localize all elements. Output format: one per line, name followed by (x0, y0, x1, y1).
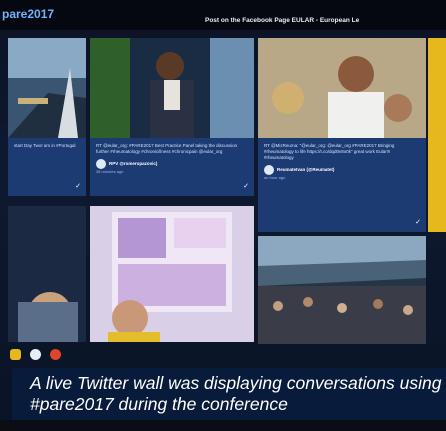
wall-top-bar: pare2017 Post on the Facebook Page EULAR… (0, 0, 446, 30)
tweet-author: Reumatetvan (@Reumatet) (264, 165, 420, 175)
tile-photo (8, 206, 86, 342)
poster-photo (90, 206, 254, 342)
tweet-time: an hour ago (264, 175, 286, 180)
tweet-time: 38 minutes ago (96, 169, 124, 174)
bottom-strip (0, 420, 446, 431)
wall-hashtag: pare2017 (2, 7, 55, 21)
tweet-meta: RT @eular_org: #PARE2017 Best Practice P… (90, 138, 254, 196)
taskbar-dock (10, 346, 61, 362)
avatar (264, 165, 274, 175)
app-icon (30, 348, 41, 360)
tweet-text: RT @eular_org: #PARE2017 Best Practice P… (96, 143, 238, 154)
tweet-tile-left-bottom (8, 206, 86, 342)
twitter-bird-icon: ✓ (415, 219, 421, 226)
photo-caption: A live Twitter wall was displaying conve… (30, 373, 442, 414)
tile-photo (8, 38, 86, 138)
tweet-tile-crowd (258, 236, 426, 344)
tweet-tile-right-edge (428, 38, 446, 232)
tweet-tile-speaker: RT @eular_org: #PARE2017 Best Practice P… (90, 38, 254, 196)
chrome-icon (50, 348, 61, 360)
avatar (96, 159, 106, 169)
conference-photo: pare2017 Post on the Facebook Page EULAR… (0, 0, 446, 431)
selfie-photo (258, 38, 426, 138)
facebook-post-banner: Post on the Facebook Page EULAR - Europe… (205, 17, 360, 24)
tweet-text: RT @MizReuma: "@eular_org: @eular_org #P… (264, 143, 395, 160)
twitter-bird-icon: ✓ (75, 183, 81, 190)
tweet-text: start Day Two! am in #Portugal (14, 143, 76, 148)
tweet-meta: RT @MizReuma: "@eular_org: @eular_org #P… (258, 138, 426, 232)
tweet-tile-selfie: RT @MizReuma: "@eular_org: @eular_org #P… (258, 38, 426, 232)
folder-icon (10, 348, 21, 360)
tweet-tile-poster (90, 206, 254, 342)
twitter-bird-icon: ✓ (243, 183, 249, 190)
speaker-photo (90, 38, 254, 138)
crowd-photo (258, 236, 426, 344)
tweet-tile-left-top: start Day Two! am in #Portugal ✓ (8, 38, 86, 196)
tweet-author: RPV @romeropazovic) (96, 159, 248, 169)
